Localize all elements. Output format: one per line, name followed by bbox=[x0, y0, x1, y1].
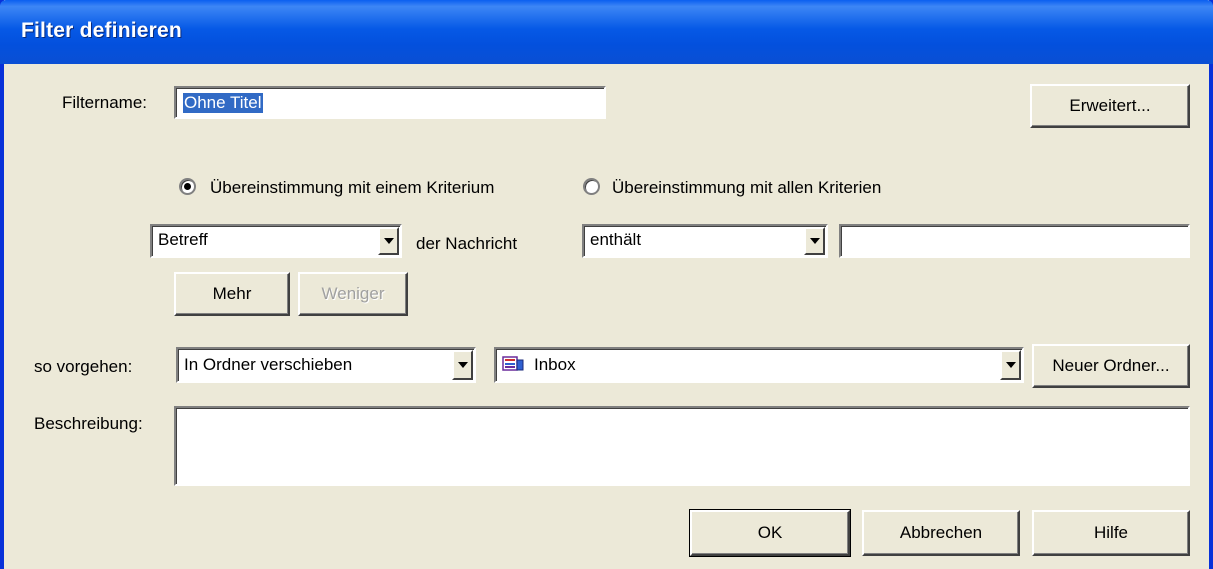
filtername-input[interactable]: Ohne Titel bbox=[174, 86, 606, 119]
criterion-field-value: Betreff bbox=[158, 230, 208, 249]
abbrechen-button[interactable]: Abbrechen bbox=[862, 510, 1020, 556]
criterion-value-input[interactable] bbox=[839, 224, 1190, 258]
description-textarea[interactable] bbox=[174, 406, 1190, 486]
title-bar[interactable]: Filter definieren bbox=[0, 0, 1213, 64]
action-type-value: In Ordner verschieben bbox=[184, 355, 353, 374]
mehr-button[interactable]: Mehr bbox=[174, 272, 290, 316]
criterion-field-suffix: der Nachricht bbox=[416, 234, 518, 253]
criterion-field-select[interactable]: Betreff bbox=[150, 224, 402, 258]
filtername-value: Ohne Titel bbox=[183, 93, 263, 113]
chevron-down-icon[interactable] bbox=[1000, 350, 1021, 380]
match-any-label[interactable]: Übereinstimmung mit einem Kriterium bbox=[210, 178, 494, 198]
action-label: so vorgehen: bbox=[34, 357, 133, 376]
target-folder-select[interactable]: Inbox bbox=[494, 347, 1024, 383]
radio-selected-dot bbox=[184, 183, 191, 190]
filter-dialog: Filter definieren Filtername: Ohne Titel… bbox=[0, 0, 1213, 569]
erweitert-button[interactable]: Erweitert... bbox=[1030, 84, 1190, 128]
criterion-operator-value: enthält bbox=[590, 230, 642, 249]
chevron-down-icon[interactable] bbox=[804, 227, 825, 255]
chevron-down-icon[interactable] bbox=[452, 350, 473, 380]
chevron-down-icon[interactable] bbox=[378, 227, 399, 255]
weniger-button[interactable]: Weniger bbox=[298, 272, 408, 316]
window-title: Filter definieren bbox=[21, 19, 182, 42]
inbox-folder-icon bbox=[502, 356, 524, 371]
filtername-label: Filtername: bbox=[62, 93, 148, 112]
hilfe-button[interactable]: Hilfe bbox=[1032, 510, 1190, 556]
target-folder-value: Inbox bbox=[534, 355, 576, 374]
match-any-radio[interactable] bbox=[179, 178, 196, 195]
neuer-ordner-button[interactable]: Neuer Ordner... bbox=[1032, 344, 1190, 388]
action-type-select[interactable]: In Ordner verschieben bbox=[176, 347, 476, 383]
match-all-radio[interactable] bbox=[583, 178, 600, 195]
description-label: Beschreibung: bbox=[34, 414, 143, 433]
ok-button[interactable]: OK bbox=[689, 509, 851, 557]
criterion-operator-select[interactable]: enthält bbox=[582, 224, 828, 258]
match-all-label[interactable]: Übereinstimmung mit allen Kriterien bbox=[612, 178, 881, 198]
